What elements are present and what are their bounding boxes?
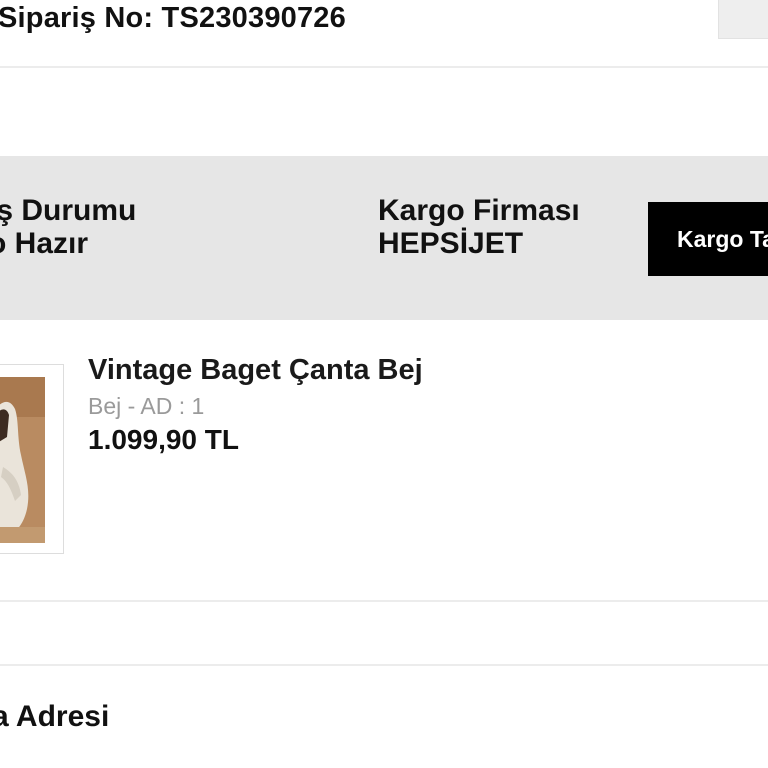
order-status-block: iş Durumu o Hazır — [0, 194, 136, 260]
product-variant: Bej - AD : 1 — [88, 393, 205, 419]
shipment-status-band: iş Durumu o Hazır Kargo Firması HEPSİJET… — [0, 156, 768, 320]
order-detail-page: Sipariş No: TS230390726 iş Durumu o Hazı… — [0, 0, 768, 768]
order-status-label: iş Durumu — [0, 194, 137, 227]
track-shipment-button[interactable]: Kargo Takip — [648, 202, 768, 276]
section-divider — [0, 664, 768, 666]
product-photo-icon — [0, 377, 45, 543]
carrier-block: Kargo Firması HEPSİJET — [378, 194, 580, 260]
product-thumbnail[interactable] — [0, 364, 64, 554]
carrier-value: HEPSİJET — [378, 227, 524, 260]
product-name[interactable]: Vintage Baget Çanta Bej — [88, 354, 423, 387]
order-header: Sipariş No: TS230390726 — [0, 0, 768, 68]
address-section-title: a Adresi — [0, 700, 110, 733]
product-row: Vintage Baget Çanta Bej Bej - AD : 1 1.0… — [0, 320, 768, 602]
product-price: 1.099,90 TL — [88, 424, 239, 455]
order-status-value: o Hazır — [0, 227, 89, 260]
header-action-button[interactable] — [718, 0, 768, 39]
carrier-label: Kargo Firması — [378, 194, 580, 227]
order-number: Sipariş No: TS230390726 — [0, 2, 346, 34]
